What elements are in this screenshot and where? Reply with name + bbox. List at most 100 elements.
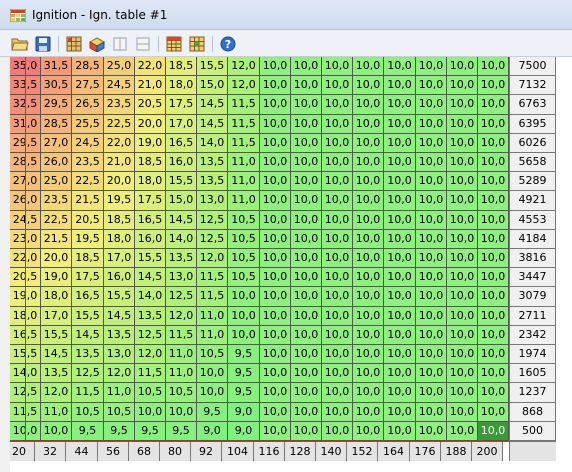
- table-cell[interactable]: 10,0: [447, 191, 478, 211]
- table-cell[interactable]: 10,0: [291, 268, 322, 287]
- table-cell[interactable]: 10,0: [447, 172, 478, 191]
- table-cell[interactable]: 11,5: [166, 326, 197, 345]
- table-cell[interactable]: 15,5: [166, 172, 197, 191]
- table-cell[interactable]: 10,5: [228, 249, 260, 268]
- table-cell[interactable]: 10,0: [353, 287, 384, 307]
- table-cell[interactable]: 26,5: [72, 95, 104, 115]
- table-cell[interactable]: 12,5: [197, 211, 228, 230]
- table-cell[interactable]: 10,0: [291, 230, 322, 249]
- table-cell[interactable]: 10,0: [291, 287, 322, 307]
- table-cell[interactable]: 10,0: [322, 345, 353, 364]
- table-cell[interactable]: 10,0: [416, 115, 447, 134]
- table-cell[interactable]: 12,0: [228, 76, 260, 95]
- table-cell[interactable]: 10,0: [416, 191, 447, 211]
- table-cell[interactable]: 10,0: [416, 326, 447, 345]
- table-cell[interactable]: 10,0: [260, 268, 291, 287]
- table-cell[interactable]: 11,5: [135, 364, 166, 383]
- table-cell[interactable]: 10,0: [322, 249, 353, 268]
- table-cell[interactable]: 10,0: [478, 422, 509, 441]
- table-cell[interactable]: 18,0: [166, 76, 197, 95]
- table-cell[interactable]: 10,0: [353, 134, 384, 153]
- table-cell[interactable]: 10,0: [322, 287, 353, 307]
- table-cell[interactable]: 10,0: [322, 364, 353, 383]
- table-cell[interactable]: 10,0: [322, 403, 353, 422]
- table-cell[interactable]: 10,0: [260, 422, 291, 441]
- table-cell[interactable]: 11,0: [228, 191, 260, 211]
- table-cell[interactable]: 11,0: [197, 326, 228, 345]
- table-cell[interactable]: 13,5: [104, 326, 135, 345]
- table-cell[interactable]: 13,5: [197, 172, 228, 191]
- table-cell[interactable]: 10,5: [228, 268, 260, 287]
- table-cell[interactable]: 11,0: [104, 383, 135, 403]
- table-cell[interactable]: 10,0: [353, 57, 384, 76]
- table-cell[interactable]: 10,0: [416, 230, 447, 249]
- table-cell[interactable]: 10,0: [447, 364, 478, 383]
- table-cell[interactable]: 10,0: [291, 57, 322, 76]
- table-cell[interactable]: 10,0: [322, 230, 353, 249]
- table-cell[interactable]: 10,0: [291, 115, 322, 134]
- table-cell[interactable]: 10,0: [322, 153, 353, 172]
- table-cell[interactable]: 11,0: [197, 307, 228, 326]
- table-cell[interactable]: 15,0: [166, 191, 197, 211]
- table-cell[interactable]: 11,0: [228, 172, 260, 191]
- table-cell[interactable]: 10,0: [478, 326, 509, 345]
- table-cell[interactable]: 10,0: [384, 422, 416, 441]
- table-cell[interactable]: 20,0: [135, 115, 166, 134]
- table-cell[interactable]: 11,5: [228, 95, 260, 115]
- horizontal-split-button[interactable]: [133, 34, 153, 54]
- table-cell[interactable]: 11,5: [197, 268, 228, 287]
- table-cell[interactable]: 28,5: [41, 115, 72, 134]
- table-cell[interactable]: 9,5: [135, 422, 166, 441]
- table-cell[interactable]: 12,5: [72, 364, 104, 383]
- table-cell[interactable]: 17,0: [104, 249, 135, 268]
- table-cell[interactable]: 10,5: [135, 383, 166, 403]
- table-cell[interactable]: 12,0: [41, 383, 72, 403]
- table-cell[interactable]: 10,0: [260, 172, 291, 191]
- table-cell[interactable]: 10,0: [447, 211, 478, 230]
- table-cell[interactable]: 14,0: [197, 134, 228, 153]
- table-cell[interactable]: 10,0: [291, 345, 322, 364]
- table-cell[interactable]: 11,5: [72, 383, 104, 403]
- table-cell[interactable]: 10,0: [478, 307, 509, 326]
- table-cell[interactable]: 15,5: [135, 249, 166, 268]
- table-cell[interactable]: 13,5: [41, 364, 72, 383]
- table-cell[interactable]: 10,0: [447, 422, 478, 441]
- table-cell[interactable]: 11,5: [228, 134, 260, 153]
- table-cell[interactable]: 10,0: [353, 153, 384, 172]
- table-cell[interactable]: 16,0: [104, 268, 135, 287]
- table-cell[interactable]: 10,0: [260, 57, 291, 76]
- table-cell[interactable]: 10,0: [478, 403, 509, 422]
- table-cell[interactable]: 14,5: [41, 345, 72, 364]
- table-cell[interactable]: 10,0: [478, 230, 509, 249]
- table-cell[interactable]: 27,5: [72, 76, 104, 95]
- table-cell[interactable]: 10,0: [291, 403, 322, 422]
- table-cell[interactable]: 10,0: [228, 326, 260, 345]
- table-cell[interactable]: 19,5: [104, 191, 135, 211]
- table-cell[interactable]: 10,0: [447, 76, 478, 95]
- table-cell[interactable]: 10,0: [260, 211, 291, 230]
- table-cell[interactable]: 14,0: [166, 230, 197, 249]
- table-cell[interactable]: 10,0: [416, 211, 447, 230]
- table-cell[interactable]: 29,5: [41, 95, 72, 115]
- table-cell[interactable]: 17,5: [135, 191, 166, 211]
- table-cell[interactable]: 9,5: [197, 403, 228, 422]
- table-cell[interactable]: 10,0: [41, 422, 72, 441]
- table-cell[interactable]: 10,0: [353, 115, 384, 134]
- table-cell[interactable]: 9,0: [228, 403, 260, 422]
- table-cell[interactable]: 22,5: [72, 172, 104, 191]
- table-cell[interactable]: 10,0: [260, 383, 291, 403]
- table-cell[interactable]: 12,5: [135, 326, 166, 345]
- table-cell[interactable]: 10,0: [478, 76, 509, 95]
- table-cell[interactable]: 30,5: [41, 76, 72, 95]
- table-cell[interactable]: 22,0: [135, 57, 166, 76]
- table-cell[interactable]: 10,0: [478, 134, 509, 153]
- table-cell[interactable]: 10,0: [416, 153, 447, 172]
- table-cell[interactable]: 31,5: [41, 57, 72, 76]
- table-cell[interactable]: 11,0: [228, 153, 260, 172]
- table-cell[interactable]: 10,0: [353, 326, 384, 345]
- table-cell[interactable]: 10,0: [322, 134, 353, 153]
- table-cell[interactable]: 10,0: [166, 403, 197, 422]
- table-cell[interactable]: 27,0: [41, 134, 72, 153]
- table-cell[interactable]: 10,0: [447, 153, 478, 172]
- table-cell[interactable]: 21,0: [104, 153, 135, 172]
